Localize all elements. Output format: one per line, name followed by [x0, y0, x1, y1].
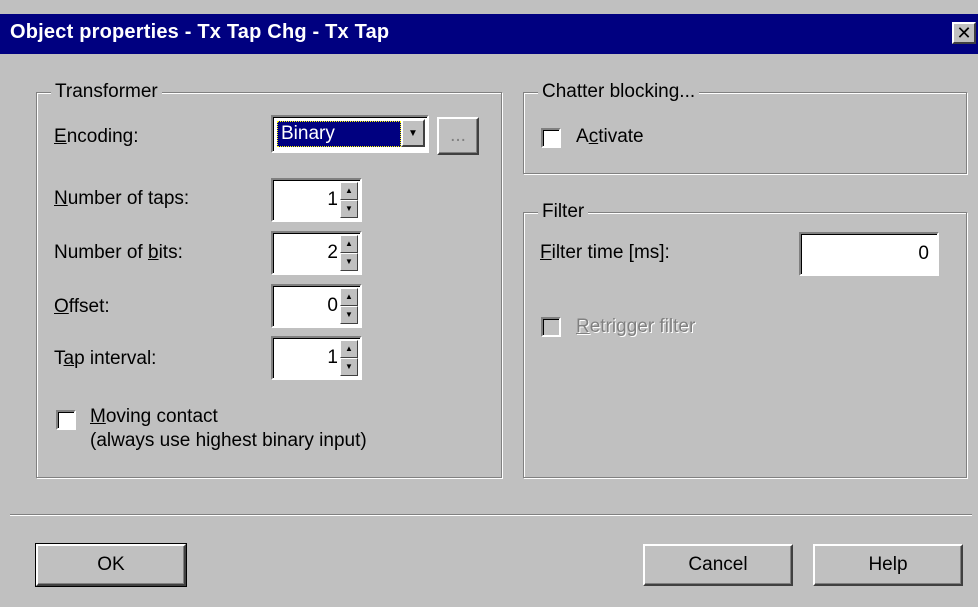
offset-spin-buttons[interactable]: ▲ ▼ — [340, 288, 358, 324]
dialog-window: Object properties - Tx Tap Chg - Tx Tap … — [0, 0, 978, 607]
number-of-taps-spinner[interactable]: 1 ▲ ▼ — [271, 178, 362, 222]
window-title: Object properties - Tx Tap Chg - Tx Tap — [10, 21, 390, 43]
moving-contact-sublabel: (always use highest binary input) — [90, 430, 367, 451]
spin-up-icon[interactable]: ▲ — [340, 235, 358, 253]
help-button[interactable]: Help — [813, 544, 963, 586]
number-of-taps-value: 1 — [327, 189, 338, 210]
offset-value: 0 — [327, 295, 338, 316]
filter-time-input[interactable]: 0 — [799, 232, 939, 276]
retrigger-filter-label: Retrigger filter — [576, 316, 696, 337]
tap-interval-label: Tap interval: — [54, 348, 157, 369]
separator-highlight — [10, 515, 972, 516]
ok-button[interactable]: OK — [35, 543, 187, 587]
encoding-selected-value: Binary — [277, 121, 401, 147]
number-of-taps-label: Number of taps: — [54, 188, 190, 209]
spin-down-icon[interactable]: ▼ — [340, 253, 358, 271]
offset-label: Offset: — [54, 296, 110, 317]
encoding-combobox[interactable]: Binary ▼ — [271, 115, 429, 153]
spin-down-icon[interactable]: ▼ — [340, 200, 358, 218]
tap-interval-spinner[interactable]: 1 ▲ ▼ — [271, 336, 362, 380]
activate-checkbox[interactable] — [541, 128, 561, 148]
encoding-label: Encoding: — [54, 126, 139, 147]
spin-up-icon[interactable]: ▲ — [340, 288, 358, 306]
chevron-down-icon: ▼ — [408, 127, 418, 139]
encoding-browse-button[interactable]: ... — [437, 117, 479, 155]
number-of-bits-value: 2 — [327, 242, 338, 263]
chatter-blocking-group-title: Chatter blocking... — [538, 81, 700, 103]
title-bar[interactable]: Object properties - Tx Tap Chg - Tx Tap … — [0, 14, 978, 54]
spin-up-icon[interactable]: ▲ — [340, 182, 358, 200]
spin-down-icon[interactable]: ▼ — [340, 358, 358, 376]
number-of-taps-spin-buttons[interactable]: ▲ ▼ — [340, 182, 358, 218]
filter-group-title: Filter — [538, 201, 589, 223]
close-button[interactable]: ✕ — [952, 22, 976, 44]
moving-contact-label[interactable]: Moving contact — [90, 406, 218, 428]
moving-contact-checkbox[interactable] — [56, 410, 76, 430]
tap-interval-spin-buttons[interactable]: ▲ ▼ — [340, 340, 358, 376]
retrigger-filter-checkbox[interactable] — [541, 317, 561, 337]
filter-time-label: Filter time [ms]: — [540, 242, 670, 263]
offset-spinner[interactable]: 0 ▲ ▼ — [271, 284, 362, 328]
number-of-bits-spin-buttons[interactable]: ▲ ▼ — [340, 235, 358, 271]
close-icon: ✕ — [956, 23, 972, 43]
number-of-bits-label: Number of bits: — [54, 242, 183, 263]
number-of-bits-spinner[interactable]: 2 ▲ ▼ — [271, 231, 362, 275]
spin-up-icon[interactable]: ▲ — [340, 340, 358, 358]
filter-time-value: 0 — [918, 243, 929, 264]
activate-label[interactable]: Activate — [576, 126, 644, 148]
encoding-dropdown-button[interactable]: ▼ — [401, 119, 425, 147]
spin-down-icon[interactable]: ▼ — [340, 306, 358, 324]
transformer-group-title: Transformer — [51, 81, 162, 103]
tap-interval-value: 1 — [327, 347, 338, 368]
cancel-button[interactable]: Cancel — [643, 544, 793, 586]
